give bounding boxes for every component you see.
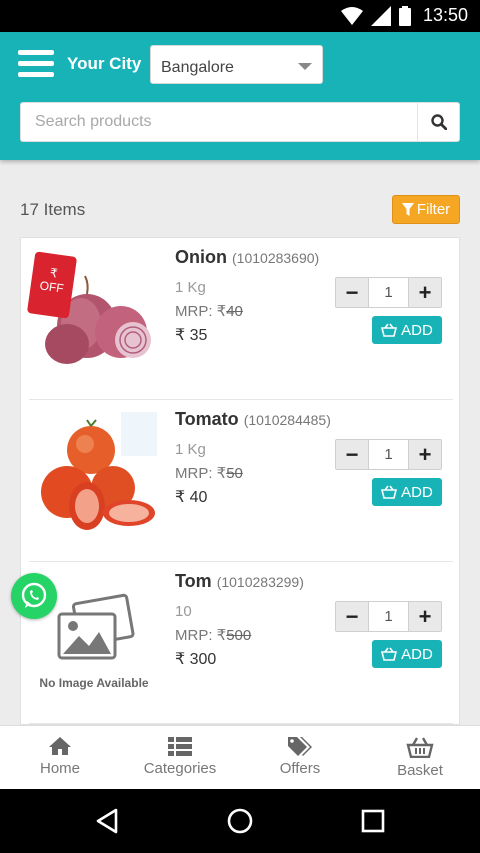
mrp-label: MRP: ₹ [175,627,227,644]
items-count: 17 Items [20,200,86,219]
product-name: Tomato (1010284485) [175,409,331,430]
tags-icon [288,737,312,756]
nav-offers[interactable]: Offers [240,726,360,789]
product-name: Tom (1010283299) [175,571,304,592]
filter-icon [401,203,414,216]
status-time: 13:50 [422,5,468,25]
filter-label: Filter [416,201,451,218]
increase-quantity-button[interactable]: + [408,278,441,307]
product-unit: 1 Kg [175,279,206,296]
product-price: ₹ 35 [175,327,208,344]
product-item[interactable]: Tomato (1010284485) 1 Kg MRP: ₹50 ₹ 40 −… [21,400,459,562]
quantity-value[interactable]: 1 [369,602,408,631]
product-unit: 10 [175,603,192,620]
caret-down-icon [298,63,312,70]
product-code: (1010284485) [243,412,331,428]
product-image-tomato [29,408,159,533]
product-title: Onion [175,247,227,267]
nav-categories-label: Categories [143,760,217,777]
back-icon[interactable] [94,807,120,835]
whatsapp-icon [21,582,47,608]
product-unit: 1 Kg [175,441,206,458]
offer-tag: ₹ OFF [26,251,78,319]
quantity-value[interactable]: 1 [369,278,408,307]
mrp-value: 50 [226,465,243,482]
android-nav-bar [0,789,480,853]
product-item[interactable]: No Image Available Tom (1010283299) 10 M… [21,562,459,724]
product-name: Onion (1010283690) [175,247,319,268]
home-icon [49,737,71,755]
quantity-stepper: − 1 + [335,277,442,308]
nav-categories[interactable]: Categories [120,726,240,789]
filter-button[interactable]: Filter [392,195,460,224]
nav-basket[interactable]: Basket [360,726,480,789]
basket-icon [381,485,398,499]
basket-icon [381,323,398,337]
product-mrp: MRP: ₹50 [175,464,243,482]
add-to-basket-button[interactable]: ADD [372,478,442,506]
mrp-label: MRP: ₹ [175,303,227,320]
product-title: Tomato [175,409,239,429]
basket-icon [381,647,398,661]
quantity-stepper: − 1 + [335,601,442,632]
home-circle-icon[interactable] [226,807,254,835]
product-mrp: MRP: ₹500 [175,626,251,644]
product-title: Tom [175,571,212,591]
search-input[interactable] [21,103,417,141]
nav-home[interactable]: Home [0,726,120,789]
decrease-quantity-button[interactable]: − [336,440,369,469]
add-label: ADD [401,645,433,663]
signal-icon [370,5,391,26]
decrease-quantity-button[interactable]: − [336,602,369,631]
product-code: (1010283690) [232,250,320,266]
mrp-value: 500 [226,627,252,644]
product-code: (1010283299) [216,574,304,590]
add-label: ADD [401,483,433,501]
divider [29,723,453,724]
city-label: Your City [67,54,142,73]
increase-quantity-button[interactable]: + [408,440,441,469]
menu-icon[interactable] [18,50,54,78]
list-icon [168,737,192,756]
nav-home-label: Home [39,760,80,777]
app-header: Your City Bangalore [0,32,480,160]
add-to-basket-button[interactable]: ADD [372,640,442,668]
product-mrp: MRP: ₹40 [175,302,243,320]
decrease-quantity-button[interactable]: − [336,278,369,307]
increase-quantity-button[interactable]: + [408,602,441,631]
product-image-onion: ₹ OFF [26,246,159,371]
nav-basket-label: Basket [397,762,443,779]
city-select[interactable]: Bangalore [150,45,323,84]
city-select-value: Bangalore [161,59,234,76]
add-to-basket-button[interactable]: ADD [372,316,442,344]
battery-icon [398,5,411,26]
mrp-value: 40 [226,303,243,320]
quantity-value[interactable]: 1 [369,440,408,469]
search-box [20,102,460,142]
recents-icon[interactable] [360,807,386,835]
bottom-nav: Home Categories Offers Basket [0,725,480,789]
add-label: ADD [401,321,433,339]
basket-icon [406,737,434,758]
product-price: ₹ 40 [175,489,208,506]
mrp-label: MRP: ₹ [175,465,227,482]
status-bar: 13:50 [0,0,480,32]
product-item[interactable]: ₹ OFF Onion (1010283690) 1 Kg MRP: ₹40 ₹… [21,238,459,400]
search-icon [430,114,447,130]
whatsapp-button[interactable] [11,573,57,619]
search-button[interactable] [417,103,459,141]
product-list: ₹ OFF Onion (1010283690) 1 Kg MRP: ₹40 ₹… [20,237,460,725]
product-price: ₹ 300 [175,651,217,668]
nav-offers-label: Offers [279,760,321,777]
no-image-text: No Image Available [39,676,149,690]
wifi-icon [340,6,363,25]
quantity-stepper: − 1 + [335,439,442,470]
